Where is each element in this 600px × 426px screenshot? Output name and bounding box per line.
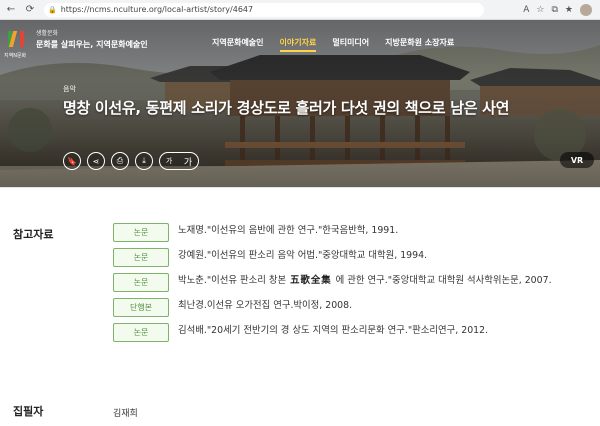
download-icon[interactable]: ⤓: [135, 152, 153, 170]
refresh-icon[interactable]: ⟳: [22, 2, 38, 18]
hero-banner: 지역N문화 생활문화 문화를 살피우는, 지역문화예술인 지역문화예술인 이야기…: [0, 20, 600, 188]
list-item: 논문 노재명."이선유의 음반에 관한 연구."한국음반학, 1991.: [113, 223, 588, 242]
read-aloud-icon[interactable]: A: [523, 5, 529, 15]
reference-type-badge: 논문: [113, 248, 169, 267]
collections-icon[interactable]: ⧉: [551, 5, 557, 15]
logo-text: 지역N문화: [4, 53, 27, 59]
bookmark-icon[interactable]: 🔖: [63, 152, 81, 170]
list-item: 논문 김석배."20세기 전반기의 경 상도 지역의 판소리문화 연구."판소리…: [113, 323, 588, 342]
lock-icon: 🔒: [48, 5, 57, 14]
writer-heading: 집필자: [13, 405, 44, 418]
profile-avatar[interactable]: [580, 3, 592, 16]
story-tools: 🔖 ⋖ ⎙ ⤓ 가 가: [63, 152, 199, 170]
favorite-icon[interactable]: ☆: [536, 5, 544, 15]
brand-title[interactable]: 문화를 살피우는, 지역문화예술인: [36, 39, 148, 50]
reference-text: 노재명."이선유의 음반에 관한 연구."한국음반학, 1991.: [178, 225, 399, 236]
browser-toolbar: ← ⟳ 🔒 https://ncms.nculture.org/local-ar…: [0, 0, 600, 20]
reference-text: 강예원."이선유의 판소리 음악 어법."중앙대학교 대학원, 1994.: [178, 250, 428, 261]
reference-hanja-title: 五歌全集: [290, 275, 332, 286]
reference-type-badge: 단행본: [113, 298, 169, 317]
references-heading: 참고자료: [13, 228, 54, 241]
reference-text: 김석배."20세기 전반기의 경 상도 지역의 판소리문화 연구."판소리연구,…: [178, 325, 489, 336]
back-icon[interactable]: ←: [3, 2, 19, 18]
section-divider: [0, 187, 600, 188]
main-navigation: 지역문화예술인 이야기자료 멀티미디어 지방문화원 소장자료: [212, 37, 470, 52]
reference-text: 박노춘."이선유 판소리 창본 五歌全集 에 관한 연구."중앙대학교 대학원 석사…: [178, 273, 588, 289]
url-text: https://ncms.nculture.org/local-artist/s…: [60, 5, 254, 14]
address-bar[interactable]: 🔒 https://ncms.nculture.org/local-artist…: [44, 2, 484, 17]
font-decrease-button[interactable]: 가: [166, 156, 172, 166]
browser-actions: A ☆ ⧉ ★: [523, 3, 600, 16]
favorites-bar-icon[interactable]: ★: [565, 5, 573, 15]
print-icon[interactable]: ⎙: [111, 152, 129, 170]
reference-text-after: 에 관한 연구."중앙대학교 대학원 석사학위논문, 2007.: [335, 275, 552, 286]
font-size-toggle[interactable]: 가 가: [159, 152, 199, 170]
list-item: 논문 박노춘."이선유 판소리 창본 五歌全集 에 관한 연구."중앙대학교 대학원…: [113, 273, 588, 292]
share-icon[interactable]: ⋖: [87, 152, 105, 170]
nav-item-local-artists[interactable]: 지역문화예술인: [212, 37, 264, 52]
vr-view-button[interactable]: VR: [560, 152, 594, 168]
list-item: 논문 강예원."이선유의 판소리 음악 어법."중앙대학교 대학원, 1994.: [113, 248, 588, 267]
reference-type-badge: 논문: [113, 323, 169, 342]
list-item: 단행본 최난경.이선유 오가전집 연구.박이정, 2008.: [113, 298, 588, 317]
site-logo-icon[interactable]: [6, 28, 28, 52]
reference-text-before: 박노춘."이선유 판소리 창본: [178, 275, 287, 286]
nav-item-cultural-center-archives[interactable]: 지방문화원 소장자료: [385, 37, 454, 52]
reference-text: 최난경.이선유 오가전집 연구.박이정, 2008.: [178, 300, 353, 311]
page-title: 명창 이선유, 동편제 소리가 경상도로 흘러가 다섯 권의 책으로 남은 사연: [63, 99, 510, 117]
writer-name: 김재희: [113, 409, 138, 419]
story-category: 음악: [63, 85, 76, 93]
references-list: 논문 노재명."이선유의 음반에 관한 연구."한국음반학, 1991. 논문 …: [113, 223, 588, 348]
reference-type-badge: 논문: [113, 223, 169, 242]
brand-subtitle: 생활문화: [36, 30, 59, 37]
font-increase-button[interactable]: 가: [184, 155, 192, 168]
nav-item-stories[interactable]: 이야기자료: [279, 37, 317, 52]
reference-type-badge: 논문: [113, 273, 169, 292]
nav-item-multimedia[interactable]: 멀티미디어: [332, 37, 369, 52]
